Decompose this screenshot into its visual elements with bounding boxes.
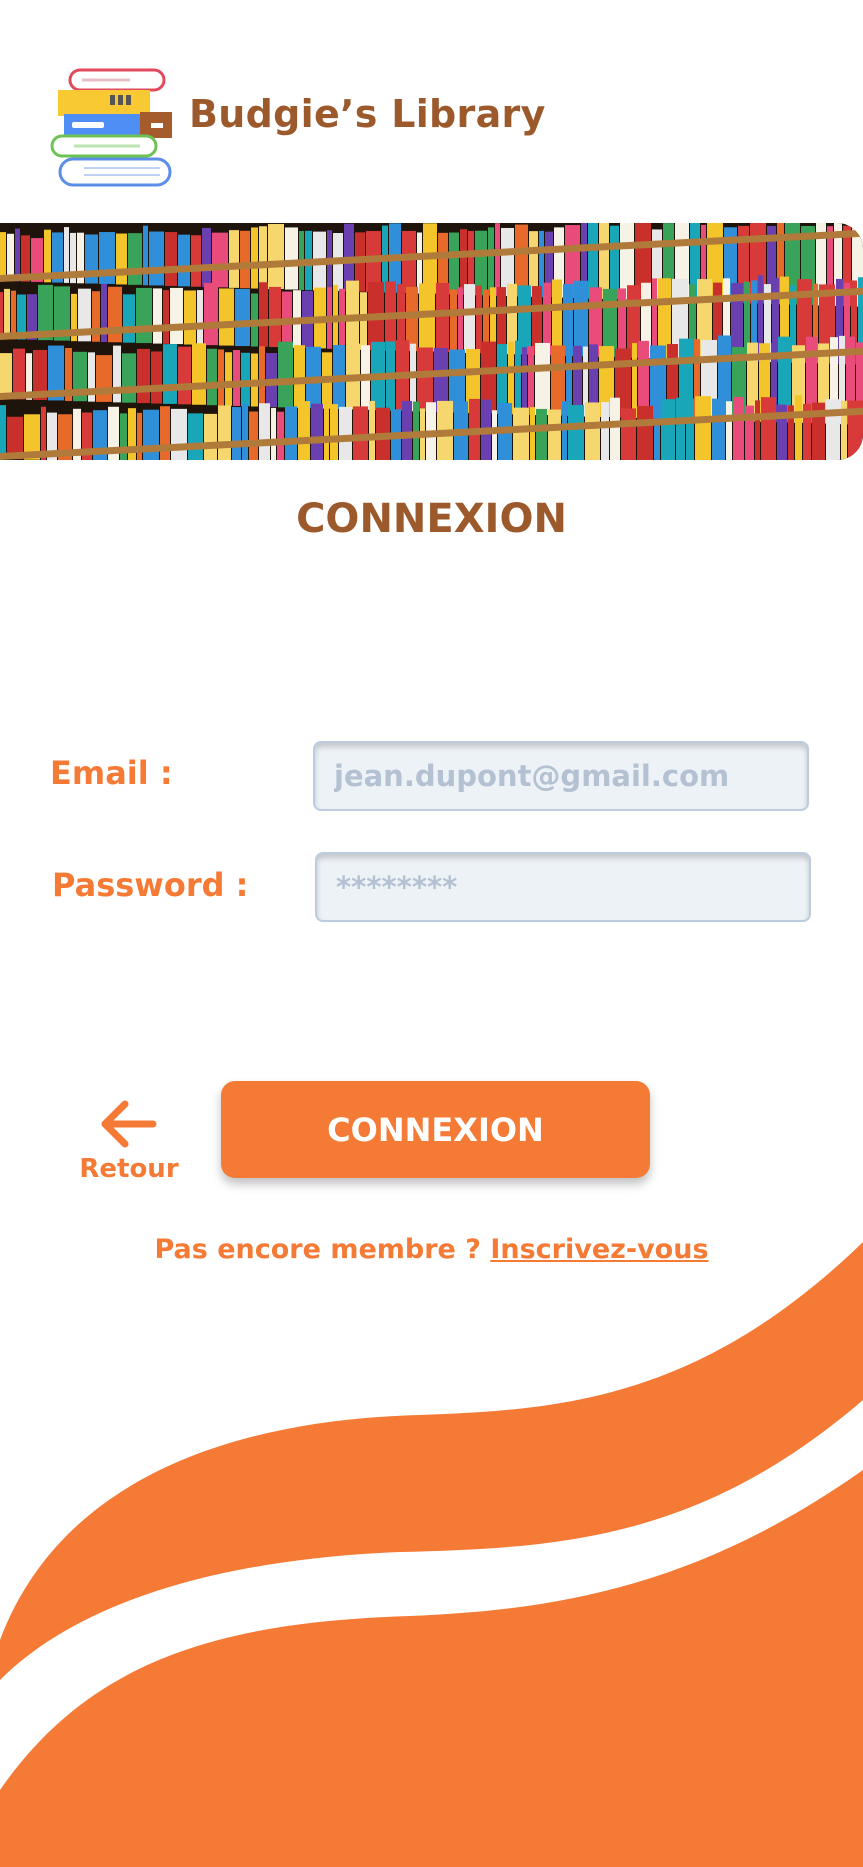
- book-stack-icon: [50, 68, 172, 187]
- app-title: Budgie’s Library: [189, 92, 546, 136]
- password-input[interactable]: [315, 852, 811, 922]
- library-banner-image: [0, 223, 863, 460]
- decorative-wave: [0, 1242, 863, 1867]
- arrow-left-icon: [101, 1100, 157, 1148]
- email-label: Email :: [50, 754, 173, 792]
- login-submit-button[interactable]: CONNEXION: [221, 1081, 650, 1178]
- page-title: CONNEXION: [296, 496, 567, 542]
- back-label: Retour: [79, 1154, 179, 1184]
- password-label: Password :: [52, 866, 249, 904]
- email-input[interactable]: [313, 741, 809, 811]
- back-button[interactable]: Retour: [74, 1098, 184, 1188]
